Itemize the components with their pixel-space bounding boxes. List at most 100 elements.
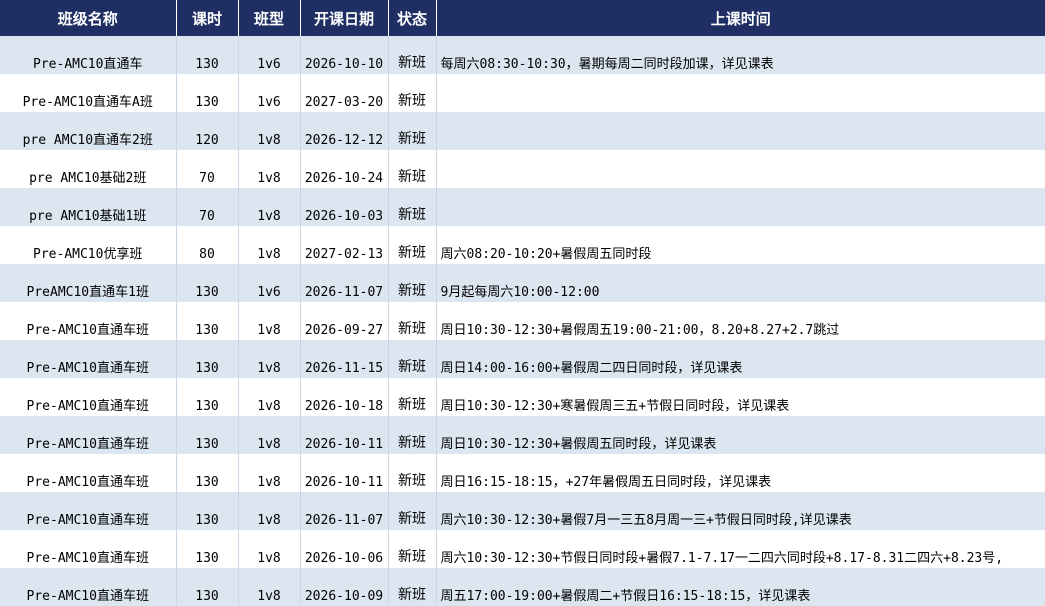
col-header-class-type[interactable]: 班型 <box>238 0 301 36</box>
cell-hours[interactable]: 130 <box>176 454 239 492</box>
cell-hours[interactable]: 130 <box>176 530 239 568</box>
cell-start-date[interactable]: 2026-10-18 <box>300 378 389 416</box>
table-row[interactable]: PreAMC10直通车1班 130 1v6 2026-11-07 新班 9月起每周六10:… <box>0 264 1045 302</box>
cell-hours[interactable]: 130 <box>176 340 239 378</box>
cell-status[interactable]: 新班 <box>388 264 437 302</box>
cell-schedule[interactable] <box>436 74 1045 112</box>
cell-class-type[interactable]: 1v8 <box>238 226 301 264</box>
table-row[interactable]: Pre-AMC10直通车班 130 1v8 2026-11-15 新班 周日14:00-1… <box>0 340 1045 378</box>
cell-class-name[interactable]: pre AMC10直通车2班 <box>0 112 177 150</box>
table-row[interactable]: Pre-AMC10直通车班 130 1v8 2026-10-18 新班 周日10:30-1… <box>0 378 1045 416</box>
cell-schedule[interactable]: 周日10:30-12:30+暑假周五同时段，详见课表 <box>436 416 1045 454</box>
cell-hours[interactable]: 70 <box>176 150 239 188</box>
cell-schedule[interactable]: 周六10:30-12:30+节假日同时段+暑假7.1-7.17一二四六同时段+8… <box>436 530 1045 568</box>
cell-hours[interactable]: 120 <box>176 112 239 150</box>
cell-schedule[interactable]: 周六10:30-12:30+暑假7月一三五8月周一三+节假日同时段,详见课表 <box>436 492 1045 530</box>
table-row[interactable]: pre AMC10直通车2班 120 1v8 2026-12-12 新班 <box>0 112 1045 150</box>
table-row[interactable]: Pre-AMC10直通车班 130 1v8 2026-11-07 新班 周六10:30-1… <box>0 492 1045 530</box>
table-row[interactable]: Pre-AMC10直通车A班 130 1v6 2027-03-20 新班 <box>0 74 1045 112</box>
cell-hours[interactable]: 130 <box>176 492 239 530</box>
table-row[interactable]: Pre-AMC10直通车班 130 1v8 2026-10-06 新班 周六10:30-1… <box>0 530 1045 568</box>
cell-class-type[interactable]: 1v8 <box>238 188 301 226</box>
cell-schedule[interactable]: 周五17:00-19:00+暑假周二+节假日16:15-18:15，详见课表 <box>436 568 1045 606</box>
cell-class-type[interactable]: 1v8 <box>238 416 301 454</box>
cell-start-date[interactable]: 2026-10-24 <box>300 150 389 188</box>
cell-class-name[interactable]: Pre-AMC10直通车 <box>0 36 177 74</box>
table-row[interactable]: Pre-AMC10优享班 80 1v8 2027-02-13 新班 周六08:20-10:… <box>0 226 1045 264</box>
cell-schedule[interactable]: 周六08:20-10:20+暑假周五同时段 <box>436 226 1045 264</box>
cell-class-type[interactable]: 1v8 <box>238 378 301 416</box>
col-header-hours[interactable]: 课时 <box>176 0 239 36</box>
cell-hours[interactable]: 70 <box>176 188 239 226</box>
col-header-schedule[interactable]: 上课时间 <box>436 0 1045 36</box>
cell-start-date[interactable]: 2026-10-09 <box>300 568 389 606</box>
cell-status[interactable]: 新班 <box>388 340 437 378</box>
cell-status[interactable]: 新班 <box>388 226 437 264</box>
cell-schedule[interactable]: 周日16:15-18:15，+27年暑假周五日同时段，详见课表 <box>436 454 1045 492</box>
cell-start-date[interactable]: 2026-10-03 <box>300 188 389 226</box>
cell-class-name[interactable]: Pre-AMC10直通车班 <box>0 454 177 492</box>
cell-status[interactable]: 新班 <box>388 112 437 150</box>
cell-schedule[interactable] <box>436 188 1045 226</box>
cell-schedule[interactable] <box>436 112 1045 150</box>
cell-class-type[interactable]: 1v8 <box>238 568 301 606</box>
cell-class-name[interactable]: Pre-AMC10直通车班 <box>0 302 177 340</box>
cell-class-type[interactable]: 1v8 <box>238 112 301 150</box>
table-row[interactable]: pre AMC10基础2班 70 1v8 2026-10-24 新班 <box>0 150 1045 188</box>
cell-hours[interactable]: 130 <box>176 74 239 112</box>
cell-status[interactable]: 新班 <box>388 378 437 416</box>
cell-hours[interactable]: 130 <box>176 416 239 454</box>
cell-class-name[interactable]: PreAMC10直通车1班 <box>0 264 177 302</box>
cell-schedule[interactable]: 每周六08:30-10:30，暑期每周二同时段加课，详见课表 <box>436 36 1045 74</box>
cell-class-name[interactable]: Pre-AMC10直通车A班 <box>0 74 177 112</box>
cell-start-date[interactable]: 2027-02-13 <box>300 226 389 264</box>
cell-class-type[interactable]: 1v8 <box>238 340 301 378</box>
cell-hours[interactable]: 130 <box>176 302 239 340</box>
cell-class-name[interactable]: Pre-AMC10直通车班 <box>0 416 177 454</box>
cell-start-date[interactable]: 2026-10-11 <box>300 454 389 492</box>
cell-start-date[interactable]: 2026-12-12 <box>300 112 389 150</box>
cell-class-type[interactable]: 1v6 <box>238 264 301 302</box>
col-header-class-name[interactable]: 班级名称 <box>0 0 177 36</box>
cell-status[interactable]: 新班 <box>388 416 437 454</box>
cell-schedule[interactable]: 周日10:30-12:30+寒暑假周三五+节假日同时段，详见课表 <box>436 378 1045 416</box>
cell-class-type[interactable]: 1v8 <box>238 492 301 530</box>
cell-class-name[interactable]: Pre-AMC10直通车班 <box>0 340 177 378</box>
cell-hours[interactable]: 130 <box>176 568 239 606</box>
cell-status[interactable]: 新班 <box>388 74 437 112</box>
cell-start-date[interactable]: 2027-03-20 <box>300 74 389 112</box>
cell-class-name[interactable]: pre AMC10基础2班 <box>0 150 177 188</box>
cell-class-name[interactable]: Pre-AMC10直通车班 <box>0 568 177 606</box>
cell-status[interactable]: 新班 <box>388 188 437 226</box>
cell-class-name[interactable]: pre AMC10基础1班 <box>0 188 177 226</box>
cell-hours[interactable]: 130 <box>176 264 239 302</box>
cell-hours[interactable]: 130 <box>176 378 239 416</box>
table-row[interactable]: pre AMC10基础1班 70 1v8 2026-10-03 新班 <box>0 188 1045 226</box>
cell-status[interactable]: 新班 <box>388 454 437 492</box>
cell-status[interactable]: 新班 <box>388 568 437 606</box>
cell-class-type[interactable]: 1v6 <box>238 74 301 112</box>
cell-start-date[interactable]: 2026-11-07 <box>300 492 389 530</box>
cell-class-name[interactable]: Pre-AMC10优享班 <box>0 226 177 264</box>
cell-start-date[interactable]: 2026-10-11 <box>300 416 389 454</box>
cell-status[interactable]: 新班 <box>388 302 437 340</box>
col-header-status[interactable]: 状态 <box>388 0 437 36</box>
cell-status[interactable]: 新班 <box>388 530 437 568</box>
table-row[interactable]: Pre-AMC10直通车班 130 1v8 2026-10-09 新班 周五17:00-1… <box>0 568 1045 606</box>
cell-class-type[interactable]: 1v8 <box>238 150 301 188</box>
cell-schedule[interactable]: 周日10:30-12:30+暑假周五19:00-21:00，8.20+8.27+… <box>436 302 1045 340</box>
cell-hours[interactable]: 130 <box>176 36 239 74</box>
cell-schedule[interactable]: 9月起每周六10:00-12:00 <box>436 264 1045 302</box>
cell-status[interactable]: 新班 <box>388 36 437 74</box>
cell-class-name[interactable]: Pre-AMC10直通车班 <box>0 530 177 568</box>
cell-schedule[interactable]: 周日14:00-16:00+暑假周二四日同时段，详见课表 <box>436 340 1045 378</box>
cell-schedule[interactable] <box>436 150 1045 188</box>
cell-start-date[interactable]: 2026-09-27 <box>300 302 389 340</box>
cell-start-date[interactable]: 2026-10-06 <box>300 530 389 568</box>
cell-status[interactable]: 新班 <box>388 492 437 530</box>
cell-start-date[interactable]: 2026-10-10 <box>300 36 389 74</box>
col-header-start-date[interactable]: 开课日期 <box>300 0 389 36</box>
cell-class-type[interactable]: 1v6 <box>238 36 301 74</box>
table-row[interactable]: Pre-AMC10直通车班 130 1v8 2026-09-27 新班 周日10:30-1… <box>0 302 1045 340</box>
cell-status[interactable]: 新班 <box>388 150 437 188</box>
